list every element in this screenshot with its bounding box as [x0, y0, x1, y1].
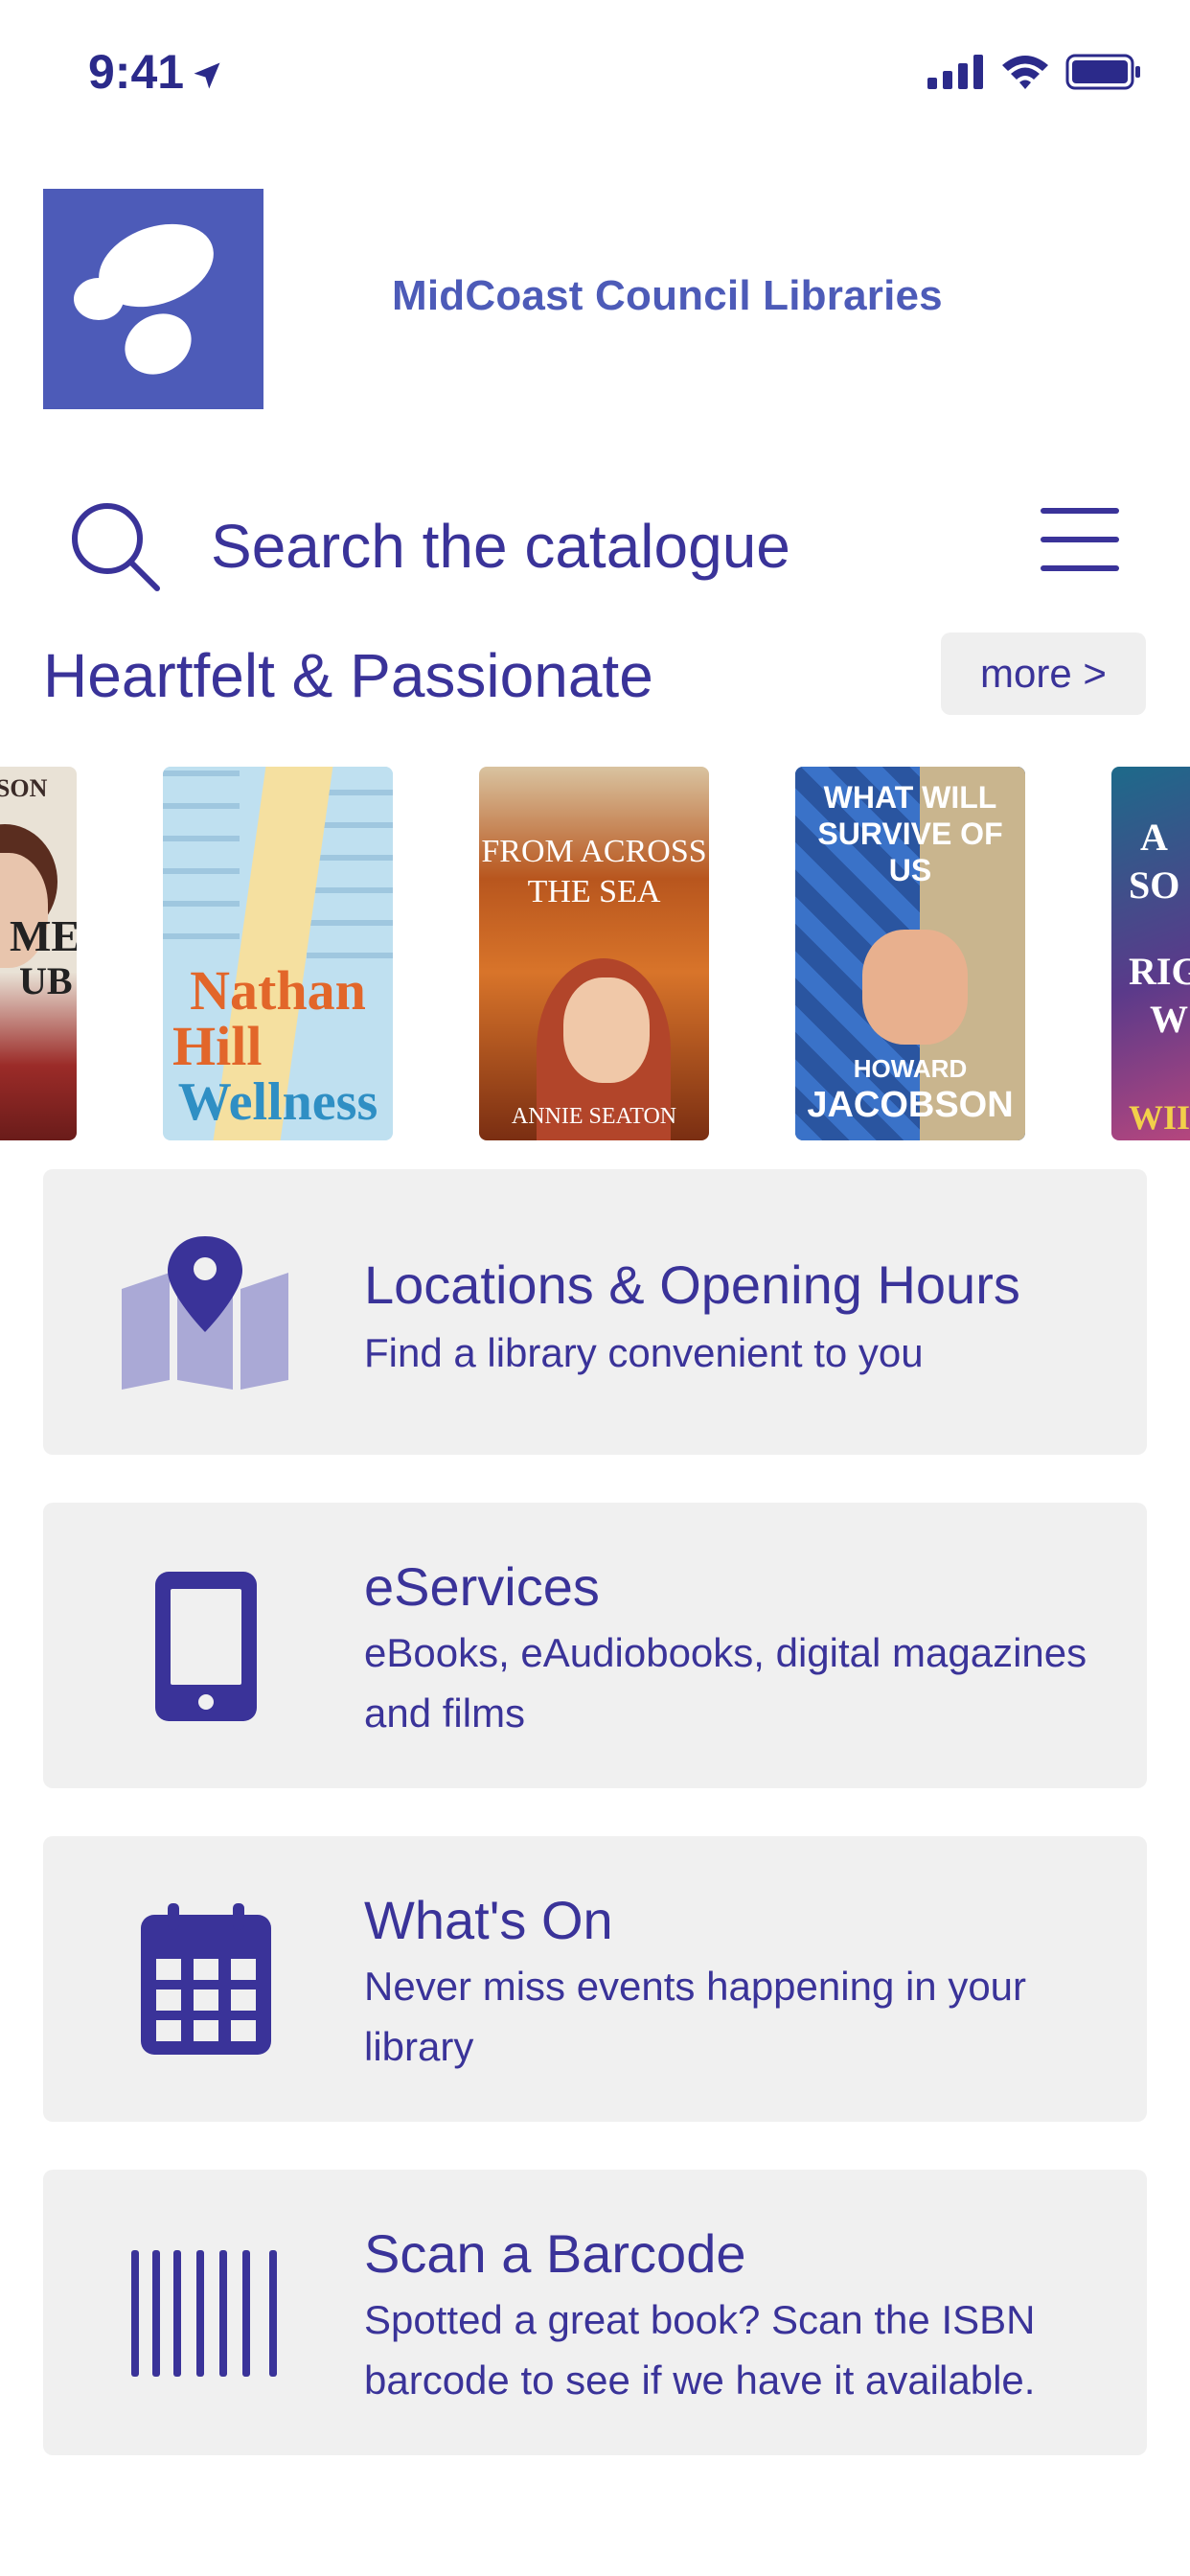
- calendar-icon: [110, 1903, 302, 2057]
- card-subtitle: Spotted a great book? Scan the ISBN barc…: [364, 2297, 1036, 2403]
- card-title: Locations & Opening Hours: [364, 1254, 1020, 1315]
- map-pin-icon: [110, 1236, 302, 1390]
- book-cover-text: SURVIVE OF: [817, 816, 1003, 851]
- battery-icon: [1065, 54, 1140, 90]
- location-arrow-icon: [194, 62, 220, 89]
- book-cover-4[interactable]: WHAT WILL SURVIVE OF US HOWARD JACOBSON: [795, 767, 1025, 1140]
- book-cover-text: WII: [1129, 1098, 1190, 1137]
- tablet-icon: [110, 1570, 302, 1723]
- book-cover-text: UB: [19, 959, 73, 1002]
- library-logo: [43, 189, 263, 409]
- card-subtitle: Never miss events happening in your libr…: [364, 1964, 1027, 2069]
- book-cover-text: SO: [1129, 863, 1180, 907]
- card-title: What's On: [364, 1890, 613, 1950]
- card-subtitle: eBooks, eAudiobooks, digital magazines a…: [364, 1630, 1087, 1736]
- book-cover-text: WHAT WILL: [823, 780, 997, 815]
- card-title: Scan a Barcode: [364, 2223, 746, 2284]
- whats-on-card[interactable]: What's On Never miss events happening in…: [43, 1836, 1147, 2122]
- book-cover-text: THE SEA: [527, 874, 661, 909]
- more-button[interactable]: more >: [941, 632, 1146, 715]
- book-cover-text: Hill: [172, 1015, 263, 1077]
- book-cover-text: FROM ACROSS: [481, 834, 707, 869]
- status-time: 9:41: [88, 44, 224, 100]
- book-cover-text: RIG: [1129, 950, 1190, 993]
- card-title: eServices: [364, 1556, 600, 1617]
- book-cover-text: Nathan: [190, 959, 366, 1022]
- book-cover-5[interactable]: A SO RIG W WII: [1111, 767, 1190, 1140]
- book-cover-3[interactable]: FROM ACROSS THE SEA ANNIE SEATON: [479, 767, 709, 1140]
- barcode-icon: [110, 2237, 302, 2390]
- wifi-icon: [1002, 56, 1048, 89]
- signal-icon: [927, 55, 983, 89]
- book-carousel[interactable]: PSON ME UB Nathan Hill Wellness FROM ACR…: [0, 767, 1190, 1140]
- scan-barcode-card[interactable]: Scan a Barcode Spotted a great book? Sca…: [43, 2170, 1147, 2455]
- book-cover-text: A: [1140, 816, 1168, 859]
- book-cover-text: JACOBSON: [807, 1085, 1014, 1125]
- carousel-title: Heartfelt & Passionate: [43, 641, 653, 710]
- book-cover-text: W: [1150, 998, 1188, 1041]
- brand-name: MidCoast Council Libraries: [392, 272, 943, 319]
- locations-card[interactable]: Locations & Opening Hours Find a library…: [43, 1169, 1147, 1455]
- book-cover-text: HOWARD: [853, 1054, 968, 1083]
- book-cover-2[interactable]: Nathan Hill Wellness: [163, 767, 393, 1140]
- eservices-card[interactable]: eServices eBooks, eAudiobooks, digital m…: [43, 1503, 1147, 1788]
- hamburger-menu-icon[interactable]: [1041, 508, 1119, 571]
- book-cover-text: PSON: [0, 774, 48, 802]
- book-cover-text: US: [888, 853, 932, 887]
- card-subtitle: Find a library convenient to you: [364, 1330, 924, 1375]
- book-cover-1[interactable]: PSON ME UB: [0, 767, 77, 1140]
- book-cover-text: ANNIE SEATON: [511, 1104, 677, 1129]
- book-cover-text: ME: [10, 911, 77, 960]
- book-cover-text: Wellness: [177, 1072, 378, 1132]
- search-input[interactable]: [211, 508, 977, 585]
- search-icon[interactable]: [67, 498, 163, 599]
- status-icons: [927, 54, 1142, 90]
